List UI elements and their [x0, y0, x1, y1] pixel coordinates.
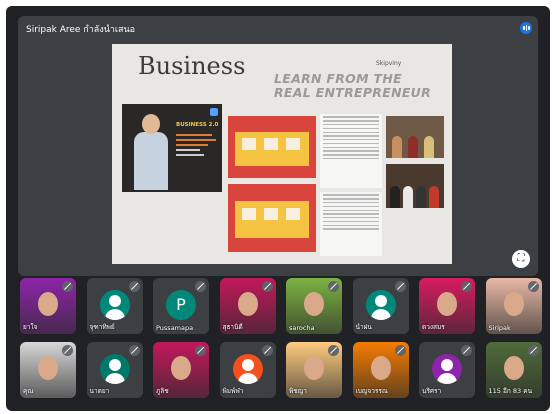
participant-face: [237, 292, 258, 316]
participant-tile[interactable]: พิชญา: [286, 342, 342, 398]
slide-article-2: [320, 192, 382, 256]
participant-avatar: [432, 354, 462, 384]
slide-tagline-line-2: REAL ENTREPRENEUR: [274, 85, 432, 100]
participant-name: เบญจวรรณ: [355, 387, 388, 395]
participant-face: [503, 292, 524, 316]
participant-face: [503, 356, 524, 380]
participant-tile[interactable]: นริศรา: [419, 342, 475, 398]
person-icon: [366, 290, 396, 320]
book-title: BUSINESS 2.0: [176, 122, 219, 128]
slide-screenshot-2: [228, 184, 316, 252]
person-icon: [100, 290, 130, 320]
participant-avatar: [365, 290, 396, 320]
participant-avatar: [99, 290, 130, 320]
participant-face: [437, 292, 457, 316]
participant-name: ภูลิช: [156, 387, 169, 395]
mic-off-icon: [394, 281, 406, 292]
participant-avatar: P: [166, 290, 196, 320]
book-cover: BUSINESS 2.0: [122, 104, 222, 192]
participant-tile[interactable]: นำฝน: [352, 278, 409, 334]
person-icon: [100, 354, 130, 384]
participant-name: พิชญา: [289, 387, 307, 395]
participant-name: คุณ: [23, 387, 34, 395]
mic-off-icon: [527, 281, 539, 292]
mic-off-icon: [128, 345, 140, 356]
mic-off-icon: [261, 345, 273, 356]
participant-tile[interactable]: นาตยา: [86, 342, 143, 398]
mic-off-icon: [195, 345, 206, 356]
participant-name: นริศรา: [422, 387, 442, 395]
participant-tile[interactable]: P Pussamapa: [153, 278, 209, 334]
presentation-stage[interactable]: Siripak Aree กำลังนำเสนอ Business Skipvi…: [18, 16, 538, 276]
slide-tagline-line-1: LEARN FROM THE: [274, 71, 402, 86]
person-icon: [432, 354, 462, 384]
slide-title: Business: [138, 52, 246, 80]
participant-tile[interactable]: 115 อีก 83 คน: [485, 342, 542, 398]
participant-face: [370, 356, 391, 380]
shared-slide: Business Skipviny LEARN FROM THE REAL EN…: [112, 44, 452, 264]
participant-tile[interactable]: ภูลิช: [153, 342, 209, 398]
participant-tile[interactable]: สุธานิดี: [219, 278, 276, 334]
slide-article-1: [320, 114, 382, 188]
mic-off-icon: [527, 345, 539, 356]
presenter-label: Siripak Aree กำลังนำเสนอ: [26, 25, 136, 35]
participant-name: sarocha: [289, 324, 315, 332]
audio-level-icon[interactable]: [520, 22, 532, 34]
book-cover-person: [132, 112, 170, 190]
participant-face: [171, 356, 191, 380]
participant-name: 115 อีก 83 คน: [488, 387, 533, 395]
slide-photo-team: [386, 164, 444, 208]
mic-off-icon: [461, 345, 472, 356]
participant-face: [38, 292, 58, 316]
participant-name: นำฝน: [355, 323, 372, 331]
mic-off-icon: [62, 281, 73, 292]
participant-tile[interactable]: จุฑาทิพย์: [86, 278, 143, 334]
participant-avatar: [232, 354, 263, 384]
meet-window: Siripak Aree กำลังนำเสนอ Business Skipvi…: [6, 6, 550, 411]
participant-face: [304, 356, 324, 380]
mic-off-icon: [328, 281, 339, 292]
participant-face: [38, 356, 58, 380]
participant-face: [304, 292, 324, 316]
participant-tile[interactable]: Siripak: [485, 278, 542, 334]
mic-off-icon: [62, 345, 73, 356]
participant-name: ยาใจ: [23, 323, 38, 331]
slide-photo-store: [386, 116, 444, 158]
slide-tagline: LEARN FROM THE REAL ENTREPRENEUR: [274, 71, 432, 100]
book-text-lines: [176, 134, 216, 159]
slide-corner-tag: Skipviny: [376, 60, 402, 67]
person-icon: [233, 354, 263, 384]
fullscreen-icon[interactable]: ⛶: [512, 250, 530, 268]
participant-name: จุฑาทิพย์: [89, 323, 115, 331]
mic-off-icon: [128, 281, 140, 292]
participant-name: สุธานิดี: [222, 323, 243, 331]
mic-off-icon: [261, 281, 273, 292]
participant-tile[interactable]: ยาใจ: [20, 278, 76, 334]
participant-tile[interactable]: ดวงสมร: [419, 278, 475, 334]
slide-screenshot-1: [228, 116, 316, 178]
participant-name: Pussamapa: [156, 324, 194, 332]
participant-tile[interactable]: เบญจวรรณ: [352, 342, 409, 398]
participant-tile[interactable]: คุณ: [20, 342, 76, 398]
participant-avatar: [99, 354, 130, 384]
participant-name: Siripak: [488, 324, 511, 332]
participant-tile[interactable]: พิมพ์ฬา: [219, 342, 276, 398]
mic-off-icon: [461, 281, 472, 292]
participant-name: นาตยา: [89, 387, 110, 395]
book-badge-icon: [210, 108, 218, 116]
avatar-letter: P: [176, 295, 186, 314]
mic-off-icon: [328, 345, 339, 356]
participant-name: ดวงสมร: [422, 323, 445, 331]
participant-tile[interactable]: sarocha: [286, 278, 342, 334]
mic-off-icon: [195, 281, 206, 292]
mic-off-icon: [394, 345, 406, 356]
participant-name: พิมพ์ฬา: [222, 387, 244, 395]
